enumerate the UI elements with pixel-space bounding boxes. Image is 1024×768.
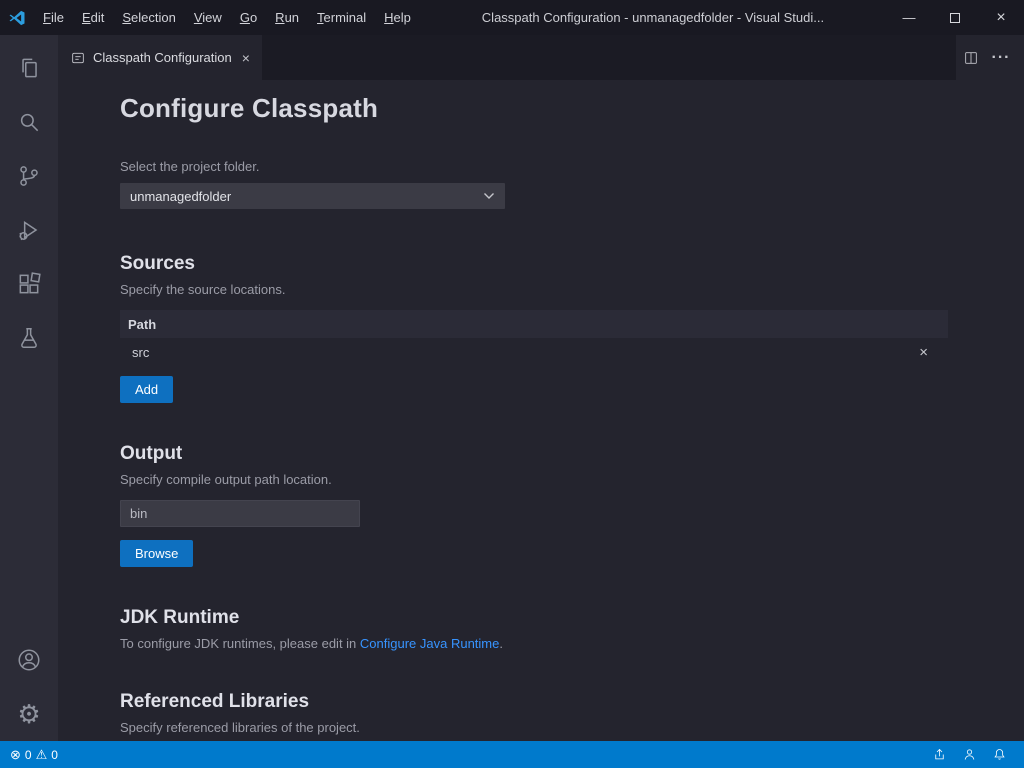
project-folder-value: unmanagedfolder: [130, 189, 231, 204]
feedback-button[interactable]: [954, 741, 984, 768]
output-title: Output: [120, 443, 948, 465]
page-title: Configure Classpath: [120, 93, 948, 124]
source-path: src: [132, 345, 149, 360]
sidebar-item-source-control[interactable]: [0, 149, 58, 203]
sidebar-item-search[interactable]: [0, 95, 58, 149]
sidebar-item-extensions[interactable]: [0, 257, 58, 311]
status-bar: ⊗ 0 ⚠ 0: [0, 741, 1024, 768]
window-title: Classpath Configuration - unmanagedfolde…: [420, 10, 886, 25]
classpath-config-icon: [70, 50, 86, 66]
window-controls: — ×: [886, 0, 1024, 35]
menu-go[interactable]: Go: [231, 0, 266, 35]
jdk-runtime-text: To configure JDK runtimes, please edit i…: [120, 636, 948, 651]
share-icon: [932, 747, 947, 762]
jdk-runtime-title: JDK Runtime: [120, 607, 948, 629]
split-editor-icon: [963, 50, 979, 66]
jdk-text-after: .: [499, 636, 503, 651]
bell-icon: [992, 747, 1007, 762]
project-folder-select[interactable]: unmanagedfolder: [120, 183, 505, 209]
tab-close-icon[interactable]: ×: [242, 50, 250, 66]
vscode-logo-icon: [0, 9, 34, 27]
errors-icon: ⊗: [10, 748, 21, 761]
sources-description: Specify the source locations.: [120, 282, 948, 297]
split-editor-button[interactable]: [956, 43, 986, 73]
feedback-person-icon: [962, 747, 977, 762]
files-icon: [16, 55, 42, 81]
output-description: Specify compile output path location.: [120, 472, 948, 487]
extensions-icon: [16, 271, 42, 297]
testing-flask-icon: [16, 325, 42, 351]
referenced-libraries-description: Specify referenced libraries of the proj…: [120, 720, 948, 735]
menu-view[interactable]: View: [185, 0, 231, 35]
sources-title: Sources: [120, 253, 948, 275]
chevron-down-icon: [483, 192, 495, 200]
gear-icon: ⚙: [17, 701, 40, 727]
sidebar-item-accounts[interactable]: [0, 633, 58, 687]
jdk-runtime-section: JDK Runtime To configure JDK runtimes, p…: [120, 607, 948, 651]
more-actions-button[interactable]: ···: [986, 43, 1016, 73]
title-bar: File Edit Selection View Go Run Terminal…: [0, 0, 1024, 35]
output-path-input[interactable]: [120, 500, 360, 527]
browse-button[interactable]: Browse: [120, 540, 193, 567]
tab-classpath-configuration[interactable]: Classpath Configuration ×: [58, 35, 262, 80]
close-button[interactable]: ×: [978, 0, 1024, 35]
menu-run[interactable]: Run: [266, 0, 308, 35]
referenced-libraries-title: Referenced Libraries: [120, 691, 948, 713]
run-debug-icon: [16, 217, 42, 243]
sidebar-item-explorer[interactable]: [0, 41, 58, 95]
search-icon: [16, 109, 42, 135]
sidebar-item-run-debug[interactable]: [0, 203, 58, 257]
editor-actions: ···: [956, 35, 1024, 80]
share-button[interactable]: [924, 741, 954, 768]
warnings-count: 0: [51, 748, 58, 762]
sidebar-item-settings[interactable]: ⚙: [0, 687, 58, 741]
source-row[interactable]: src ×: [120, 338, 948, 366]
configure-java-runtime-link[interactable]: Configure Java Runtime: [360, 636, 499, 651]
sources-column-header: Path: [120, 310, 948, 338]
classpath-configuration-page: Configure Classpath Select the project f…: [58, 80, 1024, 741]
output-section: Output Specify compile output path locat…: [120, 443, 948, 567]
menu-terminal[interactable]: Terminal: [308, 0, 375, 35]
add-source-button[interactable]: Add: [120, 376, 173, 403]
maximize-icon: [950, 13, 960, 23]
jdk-text-before: To configure JDK runtimes, please edit i…: [120, 636, 360, 651]
project-folder-label: Select the project folder.: [120, 159, 948, 174]
activity-bar: ⚙: [0, 35, 58, 741]
errors-count: 0: [25, 748, 32, 762]
menu-edit[interactable]: Edit: [73, 0, 113, 35]
referenced-libraries-section: Referenced Libraries Specify referenced …: [120, 691, 948, 735]
account-icon: [16, 647, 42, 673]
menu-help[interactable]: Help: [375, 0, 420, 35]
maximize-button[interactable]: [932, 0, 978, 35]
menu-file[interactable]: File: [34, 0, 73, 35]
tab-label: Classpath Configuration: [93, 50, 232, 65]
source-control-icon: [16, 163, 42, 189]
sources-section: Sources Specify the source locations. Pa…: [120, 253, 948, 403]
warnings-icon: ⚠: [36, 748, 48, 761]
tab-bar: Classpath Configuration × ···: [58, 35, 1024, 80]
minimize-button[interactable]: —: [886, 0, 932, 35]
menu-bar: File Edit Selection View Go Run Terminal…: [34, 0, 420, 35]
problems-status[interactable]: ⊗ 0 ⚠ 0: [10, 748, 58, 762]
remove-source-icon[interactable]: ×: [919, 345, 928, 360]
sources-table: Path src ×: [120, 310, 948, 366]
sidebar-item-testing[interactable]: [0, 311, 58, 365]
vscode-window: File Edit Selection View Go Run Terminal…: [0, 0, 1024, 768]
notifications-button[interactable]: [984, 741, 1014, 768]
menu-selection[interactable]: Selection: [113, 0, 184, 35]
